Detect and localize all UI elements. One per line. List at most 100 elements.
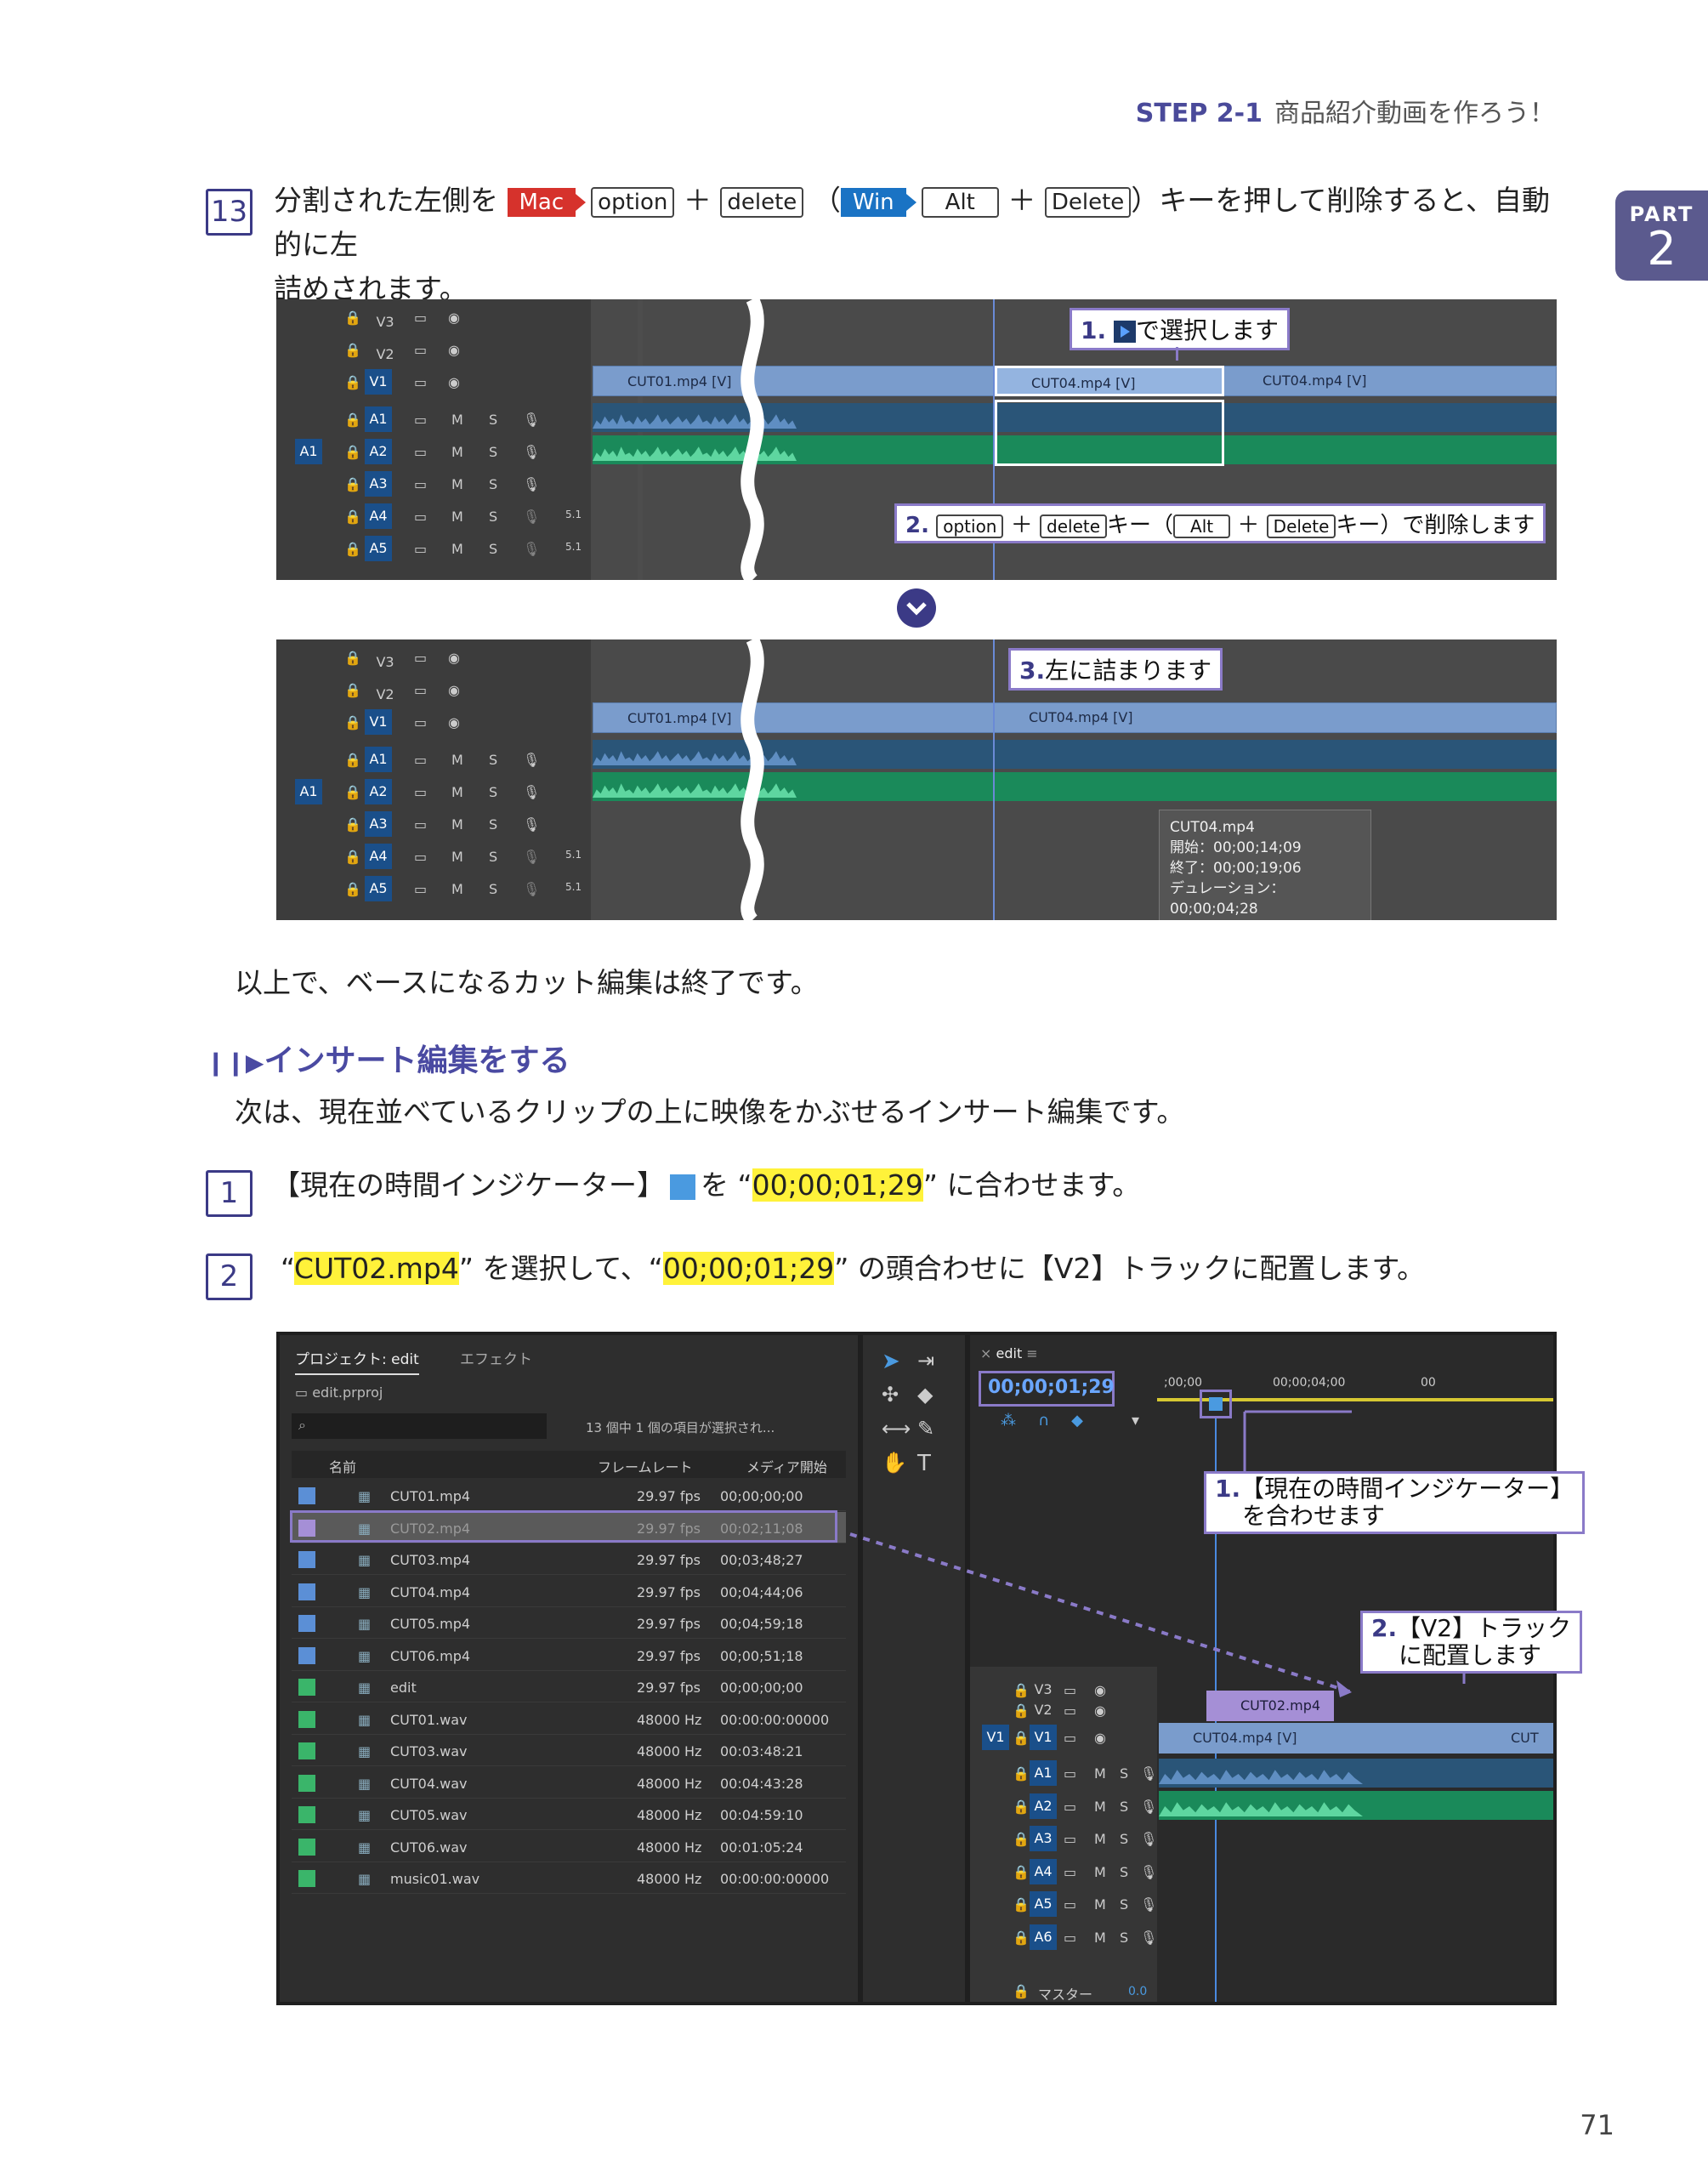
track-select-icon[interactable]: ⇥ xyxy=(917,1349,934,1373)
track-a1: 🔒 A1 ▭ M S 🎙 xyxy=(276,405,591,435)
track-a1: 🔒 A1 ▭ M S 🎙 xyxy=(276,745,591,776)
project-row[interactable]: ▦ CUT04.wav 48000 Hz 00:04:43:28 xyxy=(292,1767,846,1799)
clip-tooltip: CUT04.mp4 開始：00;00;14;09 終了：00;00;19;06 … xyxy=(1159,810,1371,920)
track-v1: 🔒 V1 ▭ ◉ xyxy=(276,708,591,738)
mac-arrow-icon xyxy=(576,193,587,211)
item-count: 13 個中 1 個の項目が選択され... xyxy=(586,1420,775,1435)
label-swatch xyxy=(298,1774,315,1792)
timecode-display[interactable]: 00;00;01;29 xyxy=(979,1371,1115,1407)
project-row[interactable]: ▦ CUT01.wav 48000 Hz 00:00:00:00000 xyxy=(292,1703,846,1735)
label-swatch xyxy=(298,1646,315,1664)
label-swatch xyxy=(298,1838,315,1856)
row-fps: 29.97 fps xyxy=(637,1616,701,1632)
col-start[interactable]: メディア開始 xyxy=(746,1456,827,1476)
col-name[interactable]: 名前 xyxy=(329,1456,356,1476)
track-v3: 🔒 V3 ▭ ◉ xyxy=(344,310,460,330)
track-a2: A1 🔒 A2 ▭ M S 🎙 xyxy=(276,777,591,808)
key-option: option xyxy=(591,186,675,218)
row-name: edit xyxy=(390,1680,417,1696)
plus: ＋ xyxy=(683,184,712,217)
step13-text-a: 分割された左側を xyxy=(274,184,498,217)
break-wave-icon xyxy=(741,299,764,580)
project-row[interactable]: ▦ CUT05.mp4 29.97 fps 00;04;59;18 xyxy=(292,1607,846,1639)
track-v2: 🔒 V2 ▭ ◉ xyxy=(344,342,460,362)
row-fps: 29.97 fps xyxy=(637,1680,701,1696)
row-fps: 48000 Hz xyxy=(637,1871,702,1887)
media-icon: ▦ xyxy=(358,1871,372,1887)
step1-text: 【現在の時間インジケーター】 を “00;00;01;29” に合わせます。 xyxy=(272,1163,1140,1208)
razor-icon[interactable]: ◆ xyxy=(917,1383,933,1407)
media-icon: ▦ xyxy=(358,1711,372,1728)
summary-text: 以上で、ベースになるカット編集は終了です。 xyxy=(235,966,819,999)
timeline-tools[interactable]: ⁂∩◆ xyxy=(1001,1412,1105,1430)
playhead-callout-box xyxy=(1200,1390,1232,1418)
slip-icon[interactable]: ⟷ xyxy=(882,1417,911,1441)
sequence-tab[interactable]: × edit ≡ xyxy=(980,1345,1038,1361)
row-name: music01.wav xyxy=(390,1871,480,1887)
project-row[interactable]: ▦ CUT03.mp4 29.97 fps 00;03;48;27 xyxy=(292,1543,846,1575)
clip-v1-cut04[interactable]: CUT04.mp4 [V] CUT xyxy=(1159,1723,1553,1754)
row-start: 00;00;00;00 xyxy=(720,1680,803,1696)
tab-project[interactable]: プロジェクト: edit xyxy=(295,1347,419,1375)
project-row[interactable]: ▦ music01.wav 48000 Hz 00:00:00:00000 xyxy=(292,1862,846,1894)
clip-cut04-selected[interactable]: CUT04.mp4 [V] xyxy=(995,366,1224,396)
label-swatch xyxy=(298,1679,315,1696)
ruler-label-8: 00 xyxy=(1421,1376,1436,1390)
clip-v2-cut02[interactable]: CUT02.mp4 xyxy=(1206,1691,1334,1721)
selection-tool-icon xyxy=(1114,321,1137,343)
chevron-down-icon xyxy=(897,588,936,628)
folder-icon: ▭ xyxy=(295,1384,313,1401)
row-start: 00:01:05:24 xyxy=(720,1839,803,1856)
column-headers: 名前 フレームレート メディア開始 xyxy=(292,1451,846,1478)
section-lead: 次は、現在並べているクリップの上に映像をかぶせるインサート編集です。 xyxy=(235,1095,1185,1128)
type-tool-icon[interactable]: T xyxy=(917,1451,931,1476)
track-v3: 🔒 V3 ▭ ◉ xyxy=(344,650,460,670)
row-start: 00;00;51;18 xyxy=(720,1647,803,1664)
ripple-edit-icon[interactable]: ✣ xyxy=(882,1383,899,1407)
plus: ＋ xyxy=(1007,184,1036,217)
track-a5: 🔒 A5 ▭ M S 🎙 5.1 xyxy=(276,534,591,565)
key-delete-win: Delete xyxy=(1044,186,1132,218)
paren: （ xyxy=(812,184,841,217)
project-row[interactable]: ▦ CUT06.wav 48000 Hz 00:01:05:24 xyxy=(292,1831,846,1862)
running-header: STEP 2-1 商品紹介動画を作ろう！ xyxy=(1136,92,1555,129)
tab-effects[interactable]: エフェクト xyxy=(460,1347,532,1368)
selection-tool-icon[interactable]: ➤ xyxy=(882,1349,900,1374)
callout-v2: 2.【V2】トラック に配置します xyxy=(1360,1611,1583,1674)
project-panel: プロジェクト: edit エフェクト ▭ edit.prproj ⌕ 13 個中… xyxy=(280,1335,858,2002)
seq-clip-a1[interactable] xyxy=(1159,1759,1553,1788)
audio-selection-outline xyxy=(995,400,1224,466)
step13-text: 分割された左側を Mac option ＋ delete （Win Alt ＋ De… xyxy=(274,179,1566,311)
row-fps: 29.97 fps xyxy=(637,1488,701,1504)
media-icon: ▦ xyxy=(358,1839,372,1856)
project-row[interactable]: ▦ edit 29.97 fps 00;00;00;00 xyxy=(292,1671,846,1702)
project-row[interactable]: ▦ CUT04.mp4 29.97 fps 00;04;44;06 xyxy=(292,1576,846,1607)
project-row[interactable]: ▦ CUT06.mp4 29.97 fps 00;00;51;18 xyxy=(292,1640,846,1671)
mac-badge: Mac xyxy=(507,187,576,217)
header-title: 商品紹介動画を作ろう！ xyxy=(1274,99,1555,128)
row-fps: 48000 Hz xyxy=(637,1775,702,1792)
seq-clip-a2[interactable] xyxy=(1159,1791,1553,1820)
page-number: 71 xyxy=(1580,2109,1614,2141)
project-row[interactable]: ▦ CUT01.mp4 29.97 fps 00;00;00;00 xyxy=(292,1480,846,1511)
project-row[interactable]: ▦ CUT05.wav 48000 Hz 00:04:59:10 xyxy=(292,1799,846,1830)
row-fps: 29.97 fps xyxy=(637,1583,701,1600)
section-arrow-icon: ❙❙▶ xyxy=(206,1049,264,1077)
clip-cut04[interactable]: CUT04.mp4 [V] xyxy=(995,702,1250,733)
row-fps: 29.97 fps xyxy=(637,1647,701,1664)
media-icon: ▦ xyxy=(358,1680,372,1696)
label-swatch xyxy=(298,1806,315,1823)
pen-icon[interactable]: ✎ xyxy=(917,1417,934,1441)
master-track: 🔒 マスター 0.0 xyxy=(1013,1983,1148,2003)
row-fps: 48000 Hz xyxy=(637,1711,702,1728)
tooltip-start: 開始：00;00;14;09 xyxy=(1170,839,1302,856)
project-row[interactable]: ▦ CUT03.wav 48000 Hz 00:03:48:21 xyxy=(292,1735,846,1766)
step2-timecode: 00;00;01;29 xyxy=(662,1252,835,1285)
clip-cut04-right[interactable]: CUT04.mp4 [V] xyxy=(1229,366,1557,396)
hand-icon[interactable]: ✋ xyxy=(882,1451,907,1475)
row-name: CUT06.wav xyxy=(390,1839,468,1856)
search-input[interactable]: ⌕ xyxy=(292,1413,547,1439)
media-icon: ▦ xyxy=(358,1807,372,1823)
callout-delete: 2. option ＋ delete キー（ Alt ＋ Delete キー）で削除し… xyxy=(894,503,1546,543)
col-fps[interactable]: フレームレート xyxy=(598,1456,693,1476)
